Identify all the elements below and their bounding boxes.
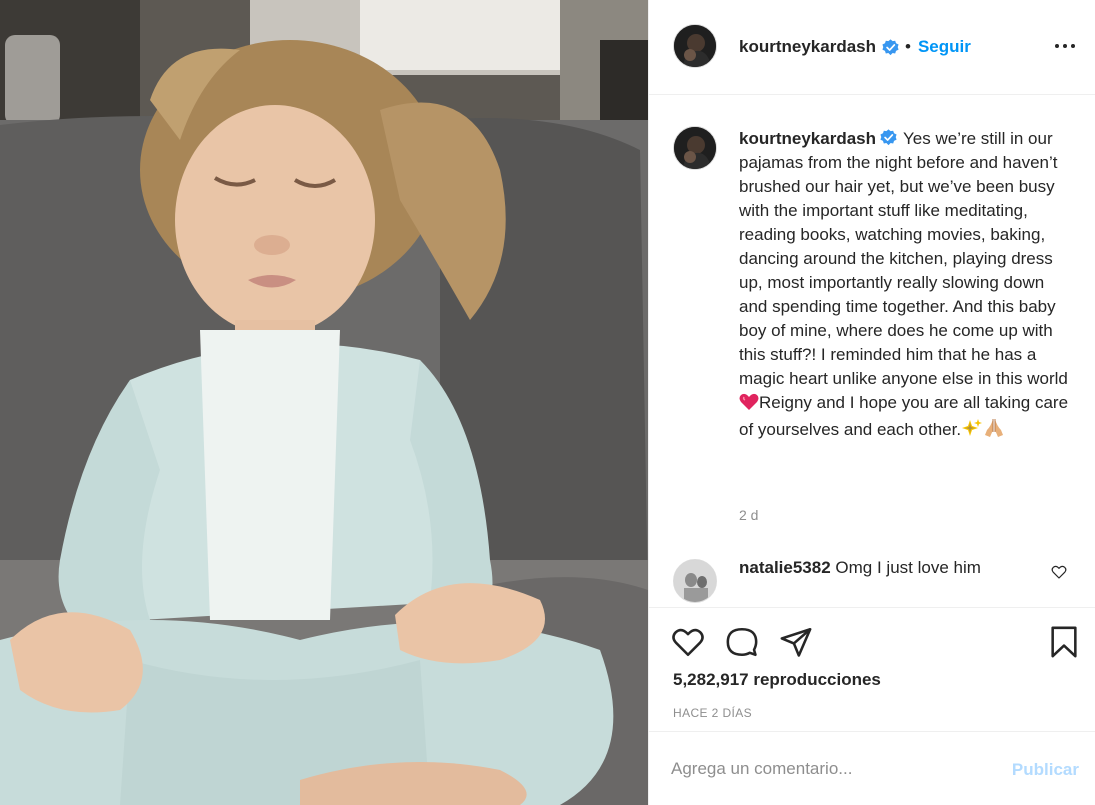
folded-hands-emoji-icon xyxy=(983,418,1005,445)
verified-badge-icon xyxy=(882,38,899,56)
comment-input[interactable] xyxy=(671,754,991,784)
verified-badge-icon xyxy=(880,129,897,146)
separator-dot: • xyxy=(905,37,911,56)
comment-row: natalie5382 Omg I just love him xyxy=(649,546,1095,604)
caption-section: kourtneykardash Yes we’re still in our p… xyxy=(649,96,1095,608)
commenter-avatar[interactable] xyxy=(673,559,717,603)
comment-like-heart-icon[interactable] xyxy=(1051,564,1067,580)
post-caption: kourtneykardash Yes we’re still in our p… xyxy=(739,127,1069,445)
post-header: kourtneykardash • Seguir xyxy=(649,0,1095,95)
sparkles-emoji-icon xyxy=(961,418,983,445)
commenter-username[interactable]: natalie5382 xyxy=(739,558,831,577)
post-video[interactable] xyxy=(0,0,648,805)
caption-username[interactable]: kourtneykardash xyxy=(739,129,876,148)
follow-button[interactable]: Seguir xyxy=(918,37,971,57)
share-icon[interactable] xyxy=(779,625,813,659)
video-frame xyxy=(0,0,648,805)
caption-text-part1: Yes we’re still in our pajamas from the … xyxy=(739,129,1068,388)
post-timestamp[interactable]: HACE 2 DÍAS xyxy=(673,706,752,720)
caption-time[interactable]: 2 d xyxy=(739,507,758,523)
author-avatar[interactable] xyxy=(673,24,717,68)
publish-button[interactable]: Publicar xyxy=(1012,760,1079,780)
post-sidebar: kourtneykardash • Seguir kourtneykardash… xyxy=(648,0,1095,805)
caption-text-part2: Reigny and I hope you are all taking car… xyxy=(739,393,1069,439)
views-count[interactable]: 5,282,917 reproducciones xyxy=(673,670,881,690)
heart-icon[interactable] xyxy=(671,625,705,659)
comment-text: Omg I just love him xyxy=(835,558,981,577)
comment-body: natalie5382 Omg I just love him xyxy=(739,558,981,578)
add-comment-bar: Publicar xyxy=(649,731,1095,805)
more-options-icon[interactable] xyxy=(1053,34,1077,58)
author-username[interactable]: kourtneykardash xyxy=(739,37,876,57)
header-user-line: kourtneykardash • Seguir xyxy=(739,37,971,57)
post-actions: 5,282,917 reproducciones HACE 2 DÍAS xyxy=(649,607,1095,732)
red-heart-emoji-icon xyxy=(739,393,759,418)
comment-icon[interactable] xyxy=(725,625,759,659)
caption-author-avatar[interactable] xyxy=(673,126,717,170)
bookmark-icon[interactable] xyxy=(1047,625,1081,659)
